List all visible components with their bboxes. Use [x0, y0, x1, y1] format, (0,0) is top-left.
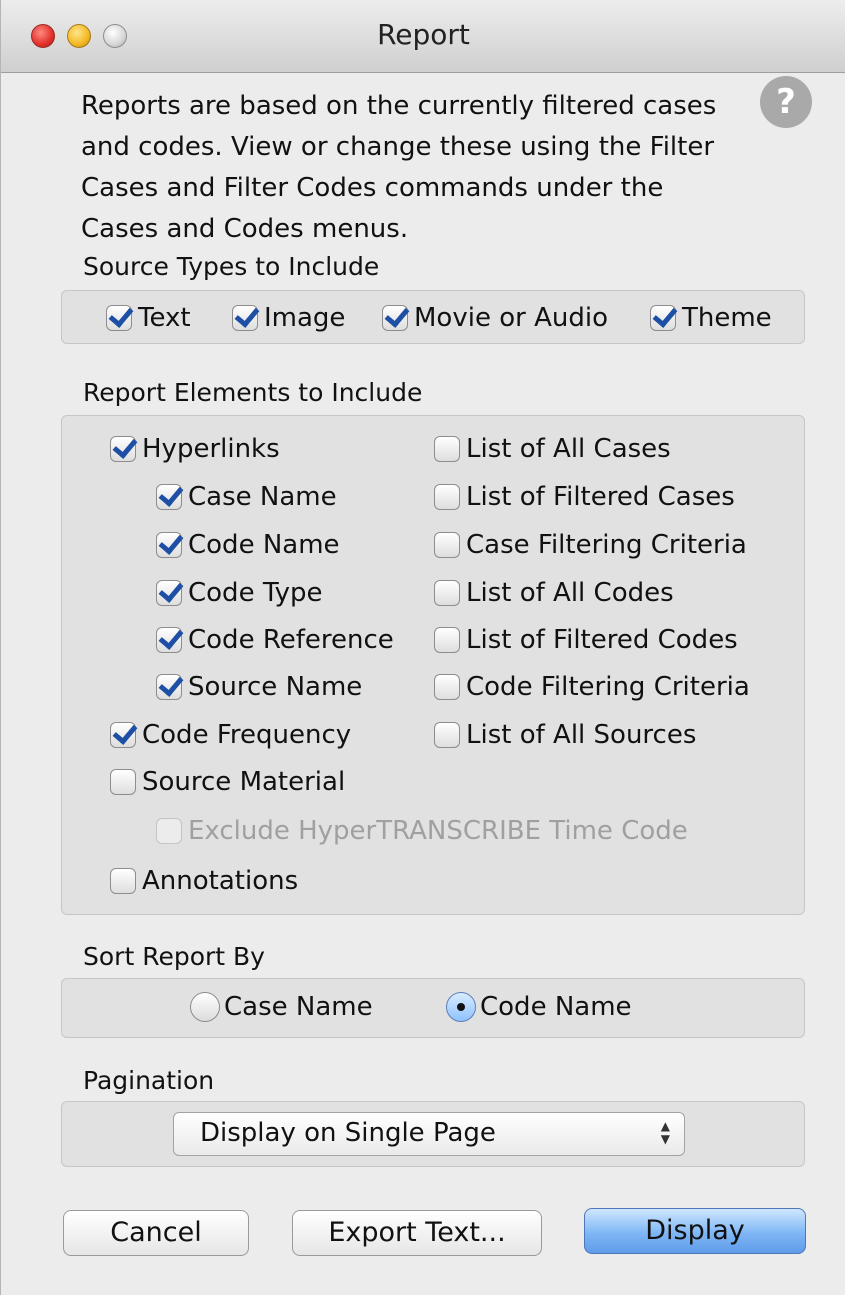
report-elements-box: Hyperlinks Case Name Code Name Code Type…: [61, 415, 805, 915]
radio-label: Case Name: [224, 992, 373, 1022]
intro-text: Reports are based on the currently filte…: [81, 91, 717, 244]
checkbox-icon: [106, 305, 132, 331]
display-button[interactable]: Display: [584, 1208, 806, 1254]
code-name-checkbox[interactable]: Code Name: [156, 530, 340, 560]
checkbox-icon: [434, 436, 460, 462]
checkbox-label: Hyperlinks: [142, 434, 280, 464]
source-types-label: Source Types to Include: [83, 252, 380, 281]
checkbox-label: Annotations: [142, 866, 299, 896]
checkbox-label: Case Name: [188, 482, 337, 512]
checkbox-label: Code Filtering Criteria: [466, 672, 750, 702]
checkbox-label: List of All Cases: [466, 434, 671, 464]
checkbox-icon: [110, 436, 136, 462]
source-material-checkbox[interactable]: Source Material: [110, 767, 345, 797]
source-type-theme-checkbox[interactable]: Theme: [650, 303, 772, 333]
checkbox-icon: [156, 674, 182, 700]
checkbox-label: List of Filtered Cases: [466, 482, 735, 512]
source-name-checkbox[interactable]: Source Name: [156, 672, 362, 702]
pagination-value: Display on Single Page: [200, 1118, 496, 1148]
source-type-label: Image: [264, 303, 346, 333]
code-frequency-checkbox[interactable]: Code Frequency: [110, 720, 351, 750]
source-types-box: Text Image Movie or Audio Theme: [61, 290, 805, 344]
sort-box: Case Name Code Name: [61, 978, 805, 1038]
source-type-label: Text: [138, 303, 191, 333]
checkbox-icon: [156, 580, 182, 606]
hyperlinks-checkbox[interactable]: Hyperlinks: [110, 434, 280, 464]
checkbox-icon: [110, 769, 136, 795]
sort-case-name-radio[interactable]: Case Name: [190, 992, 373, 1022]
popup-arrows-icon: ▲ ▼: [661, 1120, 670, 1146]
code-type-checkbox[interactable]: Code Type: [156, 578, 323, 608]
source-type-image-checkbox[interactable]: Image: [232, 303, 345, 333]
title-bar[interactable]: Report: [1, 0, 845, 73]
list-all-sources-checkbox[interactable]: List of All Sources: [434, 720, 696, 750]
list-all-cases-checkbox[interactable]: List of All Cases: [434, 434, 671, 464]
checkbox-icon: [434, 484, 460, 510]
case-filtering-criteria-checkbox[interactable]: Case Filtering Criteria: [434, 530, 747, 560]
window-title: Report: [377, 18, 470, 51]
code-reference-checkbox[interactable]: Code Reference: [156, 625, 394, 655]
checkbox-icon: [650, 305, 676, 331]
report-window: Report ? Reports are based on the curren…: [0, 0, 845, 1295]
checkbox-icon: [110, 868, 136, 894]
source-type-label: Theme: [682, 303, 772, 333]
export-text-button[interactable]: Export Text...: [292, 1210, 542, 1256]
report-elements-label: Report Elements to Include: [83, 378, 423, 407]
checkbox-label: Code Type: [188, 578, 323, 608]
checkbox-icon: [434, 627, 460, 653]
case-name-checkbox[interactable]: Case Name: [156, 482, 337, 512]
checkbox-label: Case Filtering Criteria: [466, 530, 747, 560]
checkbox-icon: [156, 532, 182, 558]
checkbox-label: List of Filtered Codes: [466, 625, 738, 655]
checkbox-label: Code Name: [188, 530, 340, 560]
source-type-text-checkbox[interactable]: Text: [106, 303, 191, 333]
checkbox-label: Code Reference: [188, 625, 394, 655]
list-all-codes-checkbox[interactable]: List of All Codes: [434, 578, 674, 608]
list-filtered-cases-checkbox[interactable]: List of Filtered Cases: [434, 482, 735, 512]
arrow-down-icon: ▼: [660, 1132, 670, 1146]
checkbox-icon: [156, 484, 182, 510]
code-filtering-criteria-checkbox[interactable]: Code Filtering Criteria: [434, 672, 750, 702]
arrow-up-icon: ▲: [660, 1119, 670, 1133]
checkbox-label: Code Frequency: [142, 720, 352, 750]
checkbox-label: Source Name: [188, 672, 363, 702]
pagination-popup[interactable]: Display on Single Page ▲ ▼: [173, 1112, 685, 1156]
checkbox-icon: [156, 818, 182, 844]
list-filtered-codes-checkbox[interactable]: List of Filtered Codes: [434, 625, 738, 655]
checkbox-icon: [434, 532, 460, 558]
source-type-movie-checkbox[interactable]: Movie or Audio: [382, 303, 608, 333]
sort-code-name-radio[interactable]: Code Name: [446, 992, 632, 1022]
sort-label: Sort Report By: [83, 942, 265, 971]
checkbox-label: List of All Sources: [466, 720, 697, 750]
checkbox-icon: [434, 722, 460, 748]
checkbox-icon: [156, 627, 182, 653]
annotations-checkbox[interactable]: Annotations: [110, 866, 298, 896]
checkbox-icon: [434, 674, 460, 700]
checkbox-icon: [232, 305, 258, 331]
cancel-button[interactable]: Cancel: [63, 1210, 249, 1256]
checkbox-icon: [110, 722, 136, 748]
checkbox-label: Exclude HyperTRANSCRIBE Time Code: [188, 816, 688, 846]
help-icon[interactable]: ?: [760, 76, 812, 128]
pagination-label: Pagination: [83, 1066, 215, 1095]
source-type-label: Movie or Audio: [414, 303, 608, 333]
checkbox-label: Source Material: [142, 767, 346, 797]
radio-icon: [446, 992, 476, 1022]
checkbox-label: List of All Codes: [466, 578, 674, 608]
radio-label: Code Name: [480, 992, 632, 1022]
checkbox-icon: [382, 305, 408, 331]
checkbox-icon: [434, 580, 460, 606]
radio-icon: [190, 992, 220, 1022]
exclude-time-code-checkbox: Exclude HyperTRANSCRIBE Time Code: [156, 816, 688, 846]
